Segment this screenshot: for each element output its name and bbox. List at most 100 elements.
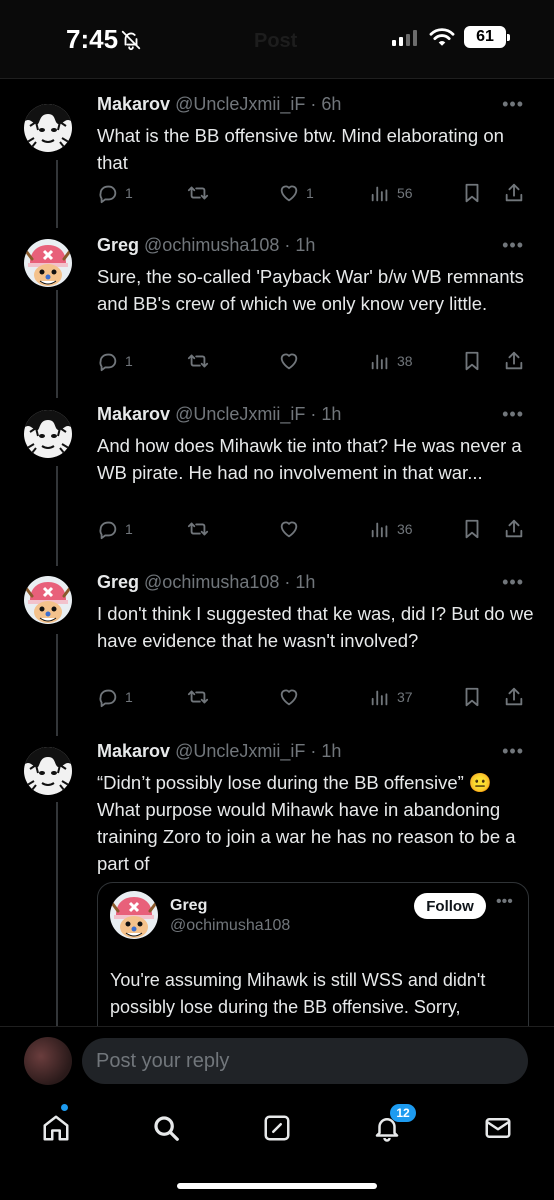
author-name[interactable]: Greg — [97, 572, 139, 592]
retweet-button[interactable] — [187, 518, 215, 540]
more-options-icon[interactable]: ••• — [496, 893, 513, 911]
views-icon — [369, 686, 391, 708]
share-button[interactable] — [503, 350, 525, 372]
bookmark-button[interactable] — [461, 182, 483, 204]
author-handle[interactable]: @ochimusha108 — [144, 572, 279, 592]
reply-bar — [0, 1026, 554, 1096]
tweet-time[interactable]: 6h — [321, 94, 341, 114]
tab-compose[interactable] — [257, 1108, 297, 1148]
reply-icon — [97, 182, 119, 204]
view-count: 36 — [397, 521, 413, 537]
retweet-button[interactable] — [187, 686, 215, 708]
tab-search[interactable] — [146, 1108, 186, 1148]
retweet-button[interactable] — [187, 350, 215, 372]
tweet-header: Makarov @UncleJxmii_iF · 1h — [97, 404, 342, 424]
signal-icon — [392, 30, 417, 46]
more-options-icon[interactable]: ••• — [502, 94, 524, 115]
chopper-avatar-icon — [110, 891, 158, 939]
views-icon — [369, 182, 391, 204]
tweet-header: Greg @ochimusha108 · 1h — [97, 235, 316, 255]
avatar[interactable] — [24, 239, 72, 287]
author-handle[interactable]: @UncleJxmii_iF — [175, 741, 305, 761]
messages-icon — [485, 1118, 511, 1138]
views-button[interactable]: 38 — [369, 350, 413, 372]
like-button[interactable] — [278, 350, 306, 372]
author-handle[interactable]: @UncleJxmii_iF — [175, 404, 305, 424]
reply-icon — [97, 350, 119, 372]
share-button[interactable] — [503, 686, 525, 708]
tab-messages[interactable] — [478, 1108, 518, 1148]
tweet-text: I don't think I suggested that ke was, d… — [97, 603, 534, 651]
share-icon — [503, 182, 525, 204]
tweet-header: Greg @ochimusha108 · 1h — [97, 572, 316, 592]
bookmark-button[interactable] — [461, 350, 483, 372]
avatar[interactable] — [110, 891, 158, 939]
tab-home[interactable] — [36, 1108, 76, 1148]
manga-portrait-avatar-icon — [24, 747, 72, 795]
home-indicator — [177, 1183, 377, 1189]
tweet[interactable]: Makarov @UncleJxmii_iF · 6h ••• What is … — [0, 94, 554, 214]
retweet-icon — [187, 518, 209, 540]
more-options-icon[interactable]: ••• — [502, 235, 524, 256]
views-button[interactable]: 56 — [369, 182, 413, 204]
follow-button[interactable]: Follow — [414, 893, 486, 919]
views-button[interactable]: 36 — [369, 518, 413, 540]
quoted-tweet[interactable]: Greg @ochimusha108 Follow ••• You're ass… — [97, 882, 529, 1042]
share-icon — [503, 686, 525, 708]
author-name[interactable]: Makarov — [97, 94, 170, 114]
quoted-author-handle[interactable]: @ochimusha108 — [170, 917, 290, 935]
more-options-icon[interactable]: ••• — [502, 572, 524, 593]
tweet-header: Makarov @UncleJxmii_iF · 1h — [97, 741, 342, 761]
tweet-time[interactable]: 1h — [295, 572, 315, 592]
tweet[interactable]: Greg @ochimusha108 · 1h ••• I don't thin… — [0, 572, 554, 722]
retweet-button[interactable] — [187, 182, 215, 204]
share-button[interactable] — [503, 182, 525, 204]
search-icon — [154, 1116, 179, 1141]
author-name[interactable]: Makarov — [97, 741, 170, 761]
author-handle[interactable]: @ochimusha108 — [144, 235, 279, 255]
tweet-time[interactable]: 1h — [295, 235, 315, 255]
more-options-icon[interactable]: ••• — [502, 741, 524, 762]
user-avatar[interactable] — [24, 1037, 72, 1085]
reply-button[interactable]: 1 — [97, 182, 133, 204]
views-button[interactable]: 37 — [369, 686, 413, 708]
author-handle[interactable]: @UncleJxmii_iF — [175, 94, 305, 114]
tweet[interactable]: Greg @ochimusha108 · 1h ••• Sure, the so… — [0, 235, 554, 385]
view-count: 38 — [397, 353, 413, 369]
avatar[interactable] — [24, 410, 72, 458]
author-name[interactable]: Makarov — [97, 404, 170, 424]
quoted-author-name[interactable]: Greg — [170, 897, 207, 915]
heart-icon — [278, 686, 300, 708]
avatar[interactable] — [24, 747, 72, 795]
status-time: 7:45 — [66, 24, 119, 54]
tweet-text: And how does Mihawk tie into that? He wa… — [97, 435, 522, 483]
share-icon — [503, 518, 525, 540]
tweet-actions: 1 1 56 — [97, 182, 537, 206]
reply-count: 1 — [125, 185, 133, 201]
bookmark-button[interactable] — [461, 686, 483, 708]
share-button[interactable] — [503, 518, 525, 540]
reply-button[interactable]: 1 — [97, 518, 133, 540]
reply-input[interactable] — [82, 1038, 528, 1084]
like-button[interactable] — [278, 518, 306, 540]
tweet[interactable]: Makarov @UncleJxmii_iF · 1h ••• And how … — [0, 404, 554, 554]
tweet-time[interactable]: 1h — [321, 741, 341, 761]
like-button[interactable]: 1 — [278, 182, 314, 204]
heart-icon — [278, 182, 300, 204]
heart-icon — [278, 350, 300, 372]
reply-count: 1 — [125, 521, 133, 537]
like-button[interactable] — [278, 686, 306, 708]
bookmark-icon — [461, 182, 483, 204]
reply-button[interactable]: 1 — [97, 686, 133, 708]
bookmark-button[interactable] — [461, 518, 483, 540]
views-icon — [369, 518, 391, 540]
reply-button[interactable]: 1 — [97, 350, 133, 372]
header-title: Post — [254, 30, 298, 52]
tweet-text: What is the BB offensive btw. Mind elabo… — [97, 125, 504, 173]
avatar[interactable] — [24, 576, 72, 624]
reply-icon — [97, 686, 119, 708]
avatar[interactable] — [24, 104, 72, 152]
author-name[interactable]: Greg — [97, 235, 139, 255]
tweet-time[interactable]: 1h — [321, 404, 341, 424]
more-options-icon[interactable]: ••• — [502, 404, 524, 425]
